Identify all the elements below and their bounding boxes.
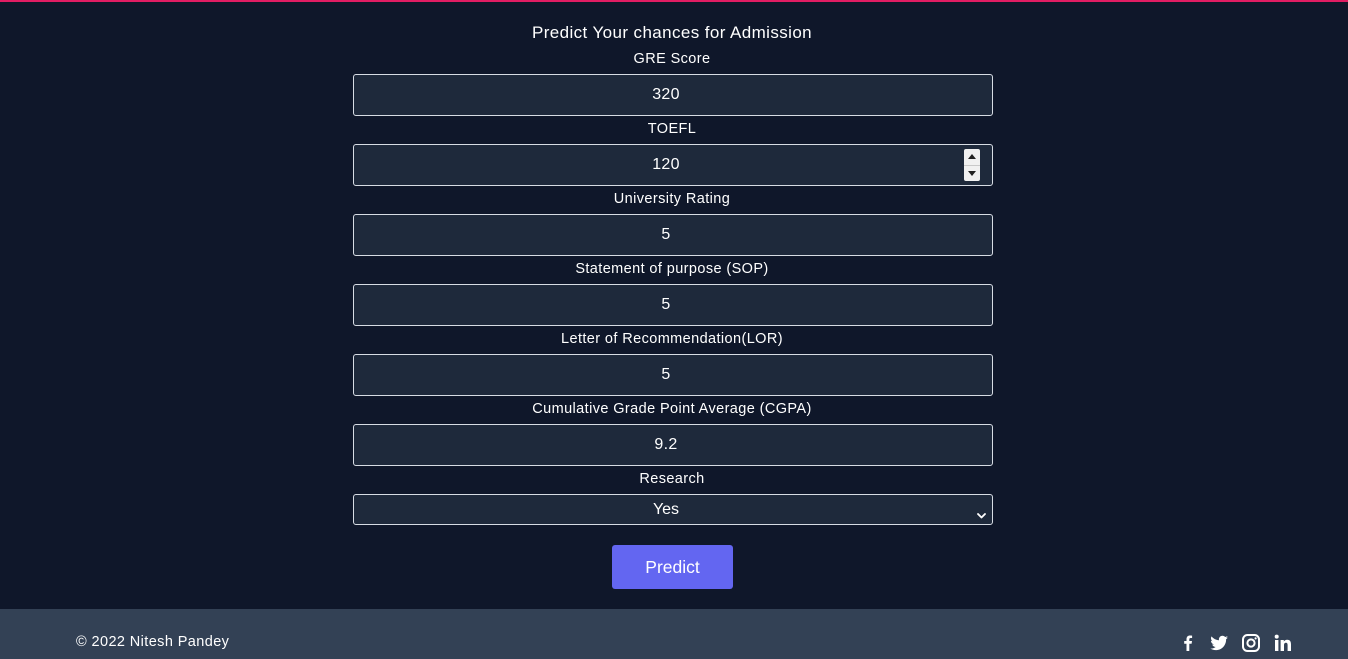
research-select[interactable]: Yes [353,494,993,525]
lor-label: Letter of Recommendation(LOR) [561,331,783,347]
research-label: Research [639,471,705,487]
cgpa-label: Cumulative Grade Point Average (CGPA) [532,401,812,417]
cgpa-value: 9.2 [654,436,678,453]
university-rating-input[interactable]: 5 [353,214,993,256]
stepper-up-icon[interactable] [964,149,980,166]
toefl-stepper[interactable] [964,149,980,181]
linkedin-icon[interactable] [1273,633,1293,653]
twitter-icon[interactable] [1209,633,1229,653]
predict-button[interactable]: Predict [612,545,733,589]
toefl-input[interactable]: 120 [353,144,993,186]
copyright-text: © 2022 Nitesh Pandey [76,634,230,650]
toefl-label: TOEFL [647,121,697,137]
research-selected-value: Yes [652,501,680,518]
gre-label: GRE Score [633,51,711,67]
footer: © 2022 Nitesh Pandey [0,609,1348,659]
toefl-value: 120 [652,156,680,173]
stepper-down-icon[interactable] [964,166,980,182]
page-title: Predict Your chances for Admission [531,23,813,42]
sop-label: Statement of purpose (SOP) [575,261,769,277]
gre-score-input[interactable]: 320 [353,74,993,116]
prediction-form: Predict Your chances for Admission GRE S… [0,0,1348,609]
sop-value: 5 [661,296,671,313]
chevron-down-icon [977,506,986,524]
lor-value: 5 [661,366,671,383]
gre-score-value: 320 [652,86,680,103]
instagram-icon[interactable] [1241,633,1261,653]
lor-input[interactable]: 5 [353,354,993,396]
university-rating-label: University Rating [613,191,731,207]
cgpa-input[interactable]: 9.2 [353,424,993,466]
sop-input[interactable]: 5 [353,284,993,326]
facebook-icon[interactable] [1178,633,1198,653]
university-rating-value: 5 [661,226,671,243]
